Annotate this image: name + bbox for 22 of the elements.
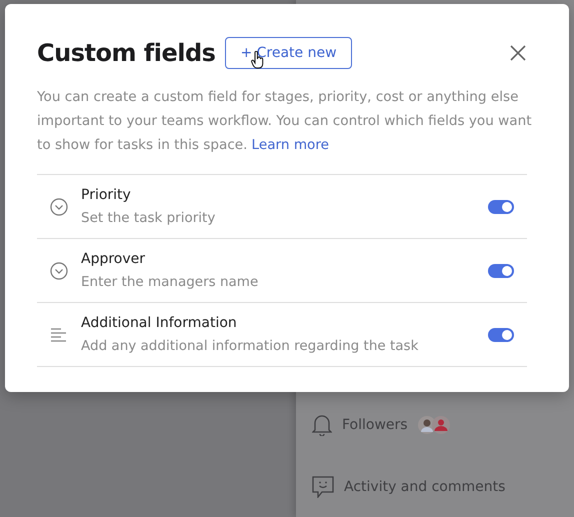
toggle-switch[interactable] <box>488 264 514 278</box>
dialog-title: Custom fields <box>37 39 216 67</box>
field-name: Priority <box>81 187 132 203</box>
field-description: Add any additional information regarding the task <box>81 338 418 354</box>
field-description: Set the task priority <box>81 210 216 226</box>
toggle-switch[interactable] <box>488 200 514 214</box>
close-icon[interactable] <box>508 43 528 63</box>
chevron-circle-icon <box>50 198 68 216</box>
field-name: Additional Information <box>81 315 238 331</box>
panel-label[interactable]: Followers <box>342 417 408 433</box>
learn-more-link[interactable]: Learn more <box>252 137 330 153</box>
panel-label[interactable]: Activity and comments <box>344 479 506 495</box>
description-text: You can create a custom field for stages, priority, cost or anything else important to your teams workflow. You can control which fields you want to show for tasks in this space. Learn more <box>37 88 533 155</box>
field-description: Enter the managers name <box>81 274 258 290</box>
chevron-circle-icon <box>50 262 68 280</box>
field-name: Approver <box>81 251 146 267</box>
user-icon <box>432 416 450 434</box>
text-lines-icon <box>51 328 67 342</box>
smiley-comment-icon <box>312 476 334 498</box>
bell-icon <box>312 414 332 436</box>
create-new-button[interactable]: + Create new <box>225 37 352 69</box>
toggle-switch[interactable] <box>488 328 514 342</box>
